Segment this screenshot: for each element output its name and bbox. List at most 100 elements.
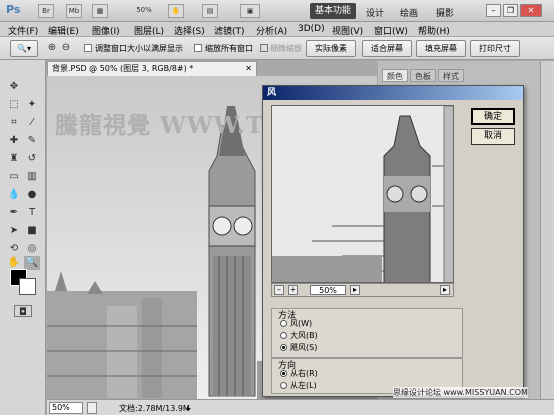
cancel-button[interactable]: 取消 bbox=[471, 128, 515, 145]
print-size-button[interactable]: 打印尺寸 bbox=[470, 40, 520, 57]
screen-mode-icon[interactable]: ▣ bbox=[240, 4, 260, 18]
status-bar: 50% 文档:2.78M/13.9M ▸ bbox=[47, 399, 554, 415]
close-icon[interactable]: ✕ bbox=[520, 4, 542, 17]
tools-panel: ✥ ⬚ ✦ ⌗ ⁄ ✚ ✎ ♜ ↺ ▭ ▥ 💧 ● ✒ T ➤ ■ ⟲ ◎ ✋ … bbox=[0, 60, 46, 415]
gradient-tool-icon[interactable]: ▥ bbox=[24, 170, 40, 184]
credit-text: 思缘设计论坛 www.MISSYUAN.COM bbox=[393, 387, 528, 398]
zoom-level-menu[interactable]: 50% bbox=[124, 4, 164, 18]
preview-zoom-value: 50% bbox=[310, 285, 346, 295]
blur-tool-icon[interactable]: 💧 bbox=[6, 188, 22, 202]
hand-tool-icon-2[interactable]: ✋ bbox=[6, 256, 22, 270]
label-blast: 大风(B) bbox=[290, 331, 318, 340]
photoshop-logo: Ps bbox=[6, 3, 21, 16]
resize-windows-checkbox[interactable] bbox=[84, 44, 92, 52]
preview-zoom-out-button[interactable]: – bbox=[274, 285, 284, 295]
menu-view[interactable]: 视图(V) bbox=[332, 24, 363, 37]
preview-zoom-bar: – + 50% ▸ ▸ bbox=[271, 283, 454, 297]
actual-pixels-button[interactable]: 实际像素 bbox=[306, 40, 356, 57]
label-from-right: 从右(R) bbox=[290, 369, 318, 378]
label-stagger: 飓风(S) bbox=[290, 343, 318, 352]
healing-brush-icon[interactable]: ✚ bbox=[6, 134, 22, 148]
scrubby-zoom-label: 细微缩放 bbox=[270, 44, 302, 53]
fill-screen-button[interactable]: 填充屏幕 bbox=[416, 40, 466, 57]
workspace-photography[interactable]: 摄影 bbox=[436, 6, 454, 19]
3d-orbit-icon[interactable]: ◎ bbox=[24, 242, 40, 256]
arrange-documents-icon[interactable]: ▤ bbox=[202, 4, 218, 18]
scrubby-zoom-checkbox[interactable] bbox=[260, 44, 268, 52]
path-selection-icon[interactable]: ➤ bbox=[6, 224, 22, 238]
preview-image bbox=[272, 106, 453, 282]
method-group: 方法 风(W) 大风(B) 飓风(S) bbox=[271, 308, 463, 358]
tab-color[interactable]: 颜色 bbox=[382, 69, 408, 82]
status-menu-icon[interactable]: ▸ bbox=[187, 404, 191, 413]
filter-preview[interactable] bbox=[271, 105, 454, 283]
menu-edit[interactable]: 编辑(E) bbox=[48, 24, 79, 37]
3d-rotate-icon[interactable]: ⟲ bbox=[6, 242, 22, 256]
zoom-tool-preset-icon[interactable]: 🔍▾ bbox=[10, 40, 38, 57]
zoom-out-icon[interactable]: ⊖ bbox=[58, 41, 74, 55]
dialog-title: 风 bbox=[263, 86, 523, 100]
minibridge-button[interactable]: Mb bbox=[66, 4, 82, 18]
brush-tool-icon[interactable]: ✎ bbox=[24, 134, 40, 148]
eraser-tool-icon[interactable]: ▭ bbox=[6, 170, 22, 184]
bridge-button[interactable]: Br bbox=[38, 4, 54, 18]
label-from-left: 从左(L) bbox=[290, 381, 317, 390]
document-tab-title: 背景.PSD @ 50% (图层 3, RGB/8#) * bbox=[52, 64, 194, 73]
document-size: 文档:2.78M/13.9M bbox=[119, 404, 190, 413]
menu-filter[interactable]: 滤镜(T) bbox=[214, 24, 245, 37]
menu-file[interactable]: 文件(F) bbox=[8, 24, 38, 37]
restore-icon[interactable]: ❐ bbox=[503, 4, 518, 17]
hand-tool-icon[interactable]: ✋ bbox=[168, 4, 184, 18]
tab-styles[interactable]: 样式 bbox=[438, 69, 464, 82]
dodge-tool-icon[interactable]: ● bbox=[24, 188, 40, 202]
tab-swatches[interactable]: 色板 bbox=[410, 69, 436, 82]
pen-tool-icon[interactable]: ✒ bbox=[6, 206, 22, 220]
view-extras-icon[interactable]: ▦ bbox=[92, 4, 108, 18]
radio-from-right[interactable] bbox=[280, 370, 287, 377]
preview-zoom-in-button[interactable]: + bbox=[288, 285, 298, 295]
radio-stagger[interactable] bbox=[280, 344, 287, 351]
workspace-essentials[interactable]: 基本功能 bbox=[310, 3, 356, 19]
clone-stamp-icon[interactable]: ♜ bbox=[6, 152, 22, 166]
zoom-field[interactable]: 50% bbox=[49, 402, 83, 414]
ok-button[interactable]: 确定 bbox=[471, 108, 515, 125]
move-tool-icon[interactable]: ✥ bbox=[6, 80, 22, 94]
eyedropper-tool-icon[interactable]: ⁄ bbox=[24, 116, 40, 130]
menu-3d[interactable]: 3D(D) bbox=[298, 24, 325, 34]
shape-tool-icon[interactable]: ■ bbox=[24, 224, 40, 238]
background-color-swatch[interactable] bbox=[19, 278, 36, 295]
options-bar: 🔍▾ ⊕ ⊖ 调整窗口大小以满屏显示 缩放所有窗口 细微缩放 实际像素 适合屏幕… bbox=[0, 37, 554, 60]
menu-image[interactable]: 图像(I) bbox=[92, 24, 120, 37]
minimize-icon[interactable]: – bbox=[486, 4, 501, 17]
status-info-icon[interactable] bbox=[87, 402, 97, 414]
radio-blast[interactable] bbox=[280, 332, 287, 339]
workspace-painting[interactable]: 绘画 bbox=[400, 6, 418, 19]
collapsed-panels-strip[interactable] bbox=[540, 61, 554, 399]
menu-select[interactable]: 选择(S) bbox=[174, 24, 205, 37]
marquee-tool-icon[interactable]: ⬚ bbox=[6, 98, 22, 112]
menu-analysis[interactable]: 分析(A) bbox=[256, 24, 287, 37]
fit-screen-button[interactable]: 适合屏幕 bbox=[362, 40, 412, 57]
preview-scroll-right-icon[interactable]: ▸ bbox=[350, 285, 360, 295]
zoom-all-windows-checkbox[interactable] bbox=[194, 44, 202, 52]
magic-wand-tool-icon[interactable]: ✦ bbox=[24, 98, 40, 112]
menu-layer[interactable]: 图层(L) bbox=[134, 24, 164, 37]
zoom-all-windows-label: 缩放所有窗口 bbox=[205, 44, 253, 53]
quick-mask-icon[interactable]: ◘ bbox=[14, 305, 32, 318]
menu-row: 文件(F) 编辑(E) 图像(I) 图层(L) 选择(S) 滤镜(T) 分析(A… bbox=[0, 22, 554, 37]
crop-tool-icon[interactable]: ⌗ bbox=[6, 116, 22, 130]
label-wind: 风(W) bbox=[290, 319, 313, 328]
workspace-design[interactable]: 设计 bbox=[366, 6, 384, 19]
preview-scroll-end-icon[interactable]: ▸ bbox=[440, 285, 450, 295]
history-brush-icon[interactable]: ↺ bbox=[24, 152, 40, 166]
radio-wind[interactable] bbox=[280, 320, 287, 327]
wind-filter-dialog: 风 – + 50% ▸ ▸ 确定 取消 方法 风(W) 大风(B) 飓风(S) … bbox=[262, 85, 524, 397]
menu-help[interactable]: 帮助(H) bbox=[418, 24, 450, 37]
menu-window[interactable]: 窗口(W) bbox=[374, 24, 408, 37]
document-tab[interactable]: 背景.PSD @ 50% (图层 3, RGB/8#) * ✕ bbox=[47, 61, 257, 76]
type-tool-icon[interactable]: T bbox=[24, 206, 40, 220]
radio-from-left[interactable] bbox=[280, 382, 287, 389]
close-tab-icon[interactable]: ✕ bbox=[245, 62, 252, 76]
zoom-tool-icon[interactable]: 🔍 bbox=[24, 256, 40, 270]
resize-windows-label: 调整窗口大小以满屏显示 bbox=[95, 44, 183, 53]
